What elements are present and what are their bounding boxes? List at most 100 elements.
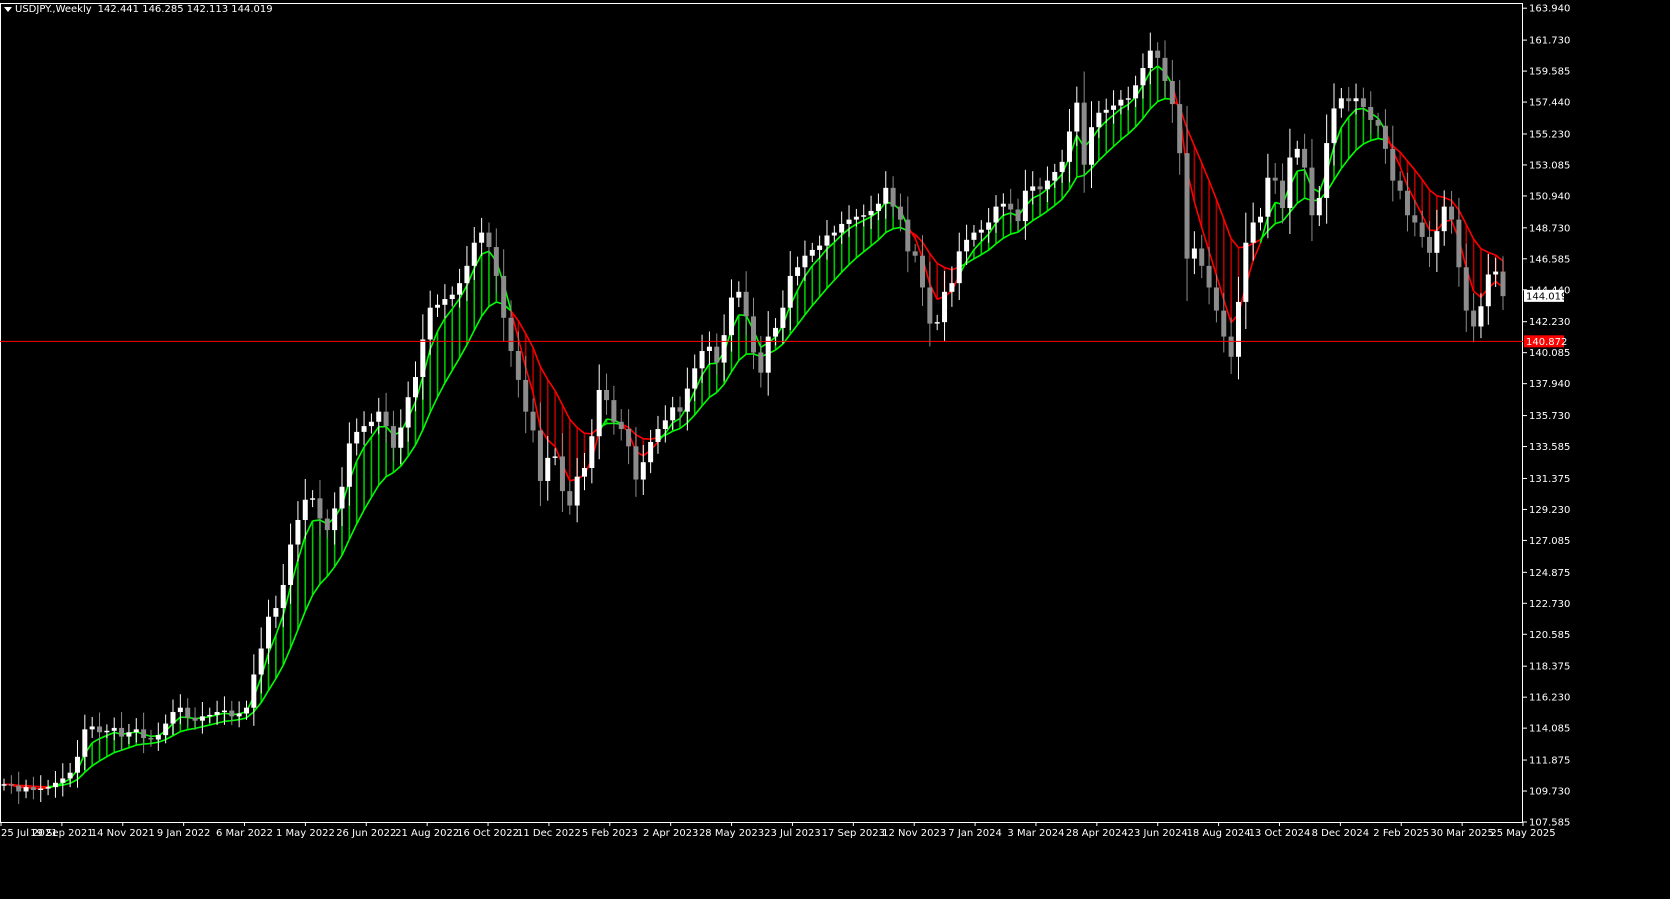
x-tick-label: 19 Sep 2021 (30, 828, 93, 839)
candle-body (214, 712, 220, 715)
candle-body (559, 456, 565, 492)
candle-body (986, 222, 992, 230)
slow-ma-segment (811, 296, 821, 307)
candle-body (1324, 143, 1330, 198)
y-tick-label: 153.085 (1529, 160, 1570, 171)
candle-body (251, 674, 257, 708)
price-chart[interactable]: 163.940 161.730 159.585 157.440 155.230 153.0… (0, 0, 1670, 899)
x-tick-label: 30 Mar 2025 (1430, 828, 1493, 839)
candle (780, 290, 786, 344)
slow-ma-segment (723, 371, 733, 385)
candle (971, 225, 977, 247)
slow-ma-segment (716, 383, 725, 393)
candle-body (699, 351, 705, 369)
candle (170, 699, 176, 735)
candle-body (1155, 50, 1161, 58)
candle-body (199, 716, 205, 721)
candle (185, 698, 191, 727)
candle (155, 722, 161, 751)
candle-body (905, 219, 911, 252)
candle-body (684, 388, 690, 412)
candle-body (846, 219, 852, 224)
candle-body (1015, 209, 1021, 222)
candle (809, 242, 815, 263)
slow-ma-segment (128, 744, 137, 749)
slow-ma-segment (1142, 108, 1151, 119)
candle-body (927, 287, 933, 324)
y-tick-label: 107.585 (1529, 818, 1570, 829)
candle-body (155, 735, 161, 740)
candle-body (45, 787, 51, 789)
fast-ma-segment (1003, 212, 1011, 217)
candle-body (266, 616, 272, 649)
slow-ma-segment (1421, 179, 1431, 191)
candle-body (912, 251, 918, 256)
candle (8, 775, 14, 794)
slow-ma-segment (69, 778, 78, 784)
dropdown-triangle-icon[interactable] (4, 6, 12, 12)
slow-ma-segment (202, 724, 210, 728)
slow-ma-segment (378, 476, 387, 486)
candle-body (243, 707, 249, 714)
slow-ma-segment (1414, 169, 1423, 181)
candle (332, 492, 338, 545)
candle-body (368, 421, 374, 427)
candle (1243, 212, 1249, 330)
candle-body (104, 730, 110, 733)
slow-ma-segment (297, 610, 307, 631)
candle (280, 564, 286, 627)
candle (618, 408, 624, 441)
y-tick-label: 137.940 (1529, 379, 1570, 390)
slow-ma-segment (576, 426, 585, 434)
candle-body (626, 428, 632, 447)
x-tick-label: 5 Feb 2023 (582, 828, 638, 839)
slow-ma-segment (1032, 215, 1041, 222)
candle (986, 207, 992, 243)
candle (126, 723, 132, 745)
fast-ma-segment (312, 519, 321, 522)
slow-ma-segment (554, 390, 564, 406)
x-tick-label: 6 Mar 2022 (216, 828, 273, 839)
candle-body (1382, 125, 1388, 149)
candle (567, 480, 573, 515)
y-tick-label: 124.875 (1529, 568, 1570, 579)
candle (640, 445, 646, 496)
slow-ma-segment (1495, 254, 1504, 262)
candle (1, 778, 7, 791)
slow-ma-segment (363, 496, 373, 511)
candle (699, 334, 705, 384)
slow-ma-segment (796, 314, 806, 326)
candle-body (442, 299, 448, 305)
slow-ma-segment (1406, 160, 1416, 171)
chart-canvas[interactable]: 163.940 161.730 159.585 157.440 155.230 153.0… (0, 0, 1670, 899)
candle (1089, 101, 1095, 189)
slow-ma-segment (1002, 233, 1012, 239)
candle (1147, 32, 1153, 85)
candle (324, 509, 330, 539)
fast-ma-segment (863, 215, 872, 222)
candle (390, 410, 396, 462)
slow-ma-segment (1296, 197, 1306, 204)
slow-ma-segment (525, 333, 534, 348)
candle-body (229, 710, 235, 717)
slow-ma-segment (1105, 145, 1115, 154)
x-tick-label: 2 Apr 2023 (643, 828, 698, 839)
x-tick-label: 26 Jun 2022 (336, 828, 396, 839)
slow-ma-segment (1488, 251, 1496, 256)
candle-body (1500, 271, 1506, 297)
slow-ma-segment (216, 720, 225, 724)
candle (1184, 106, 1190, 302)
candle (1155, 42, 1161, 66)
slow-ma-segment (1186, 128, 1196, 147)
candle-body (861, 215, 867, 217)
candle (890, 176, 896, 218)
fast-ma-segment (275, 614, 284, 636)
candle (897, 193, 903, 232)
candle (545, 436, 551, 501)
slow-ma-segment (333, 554, 343, 568)
candle-body (1258, 216, 1264, 223)
candle (1294, 140, 1300, 165)
slow-ma-segment (143, 742, 152, 745)
candle (420, 314, 426, 400)
candle-body (942, 291, 948, 323)
